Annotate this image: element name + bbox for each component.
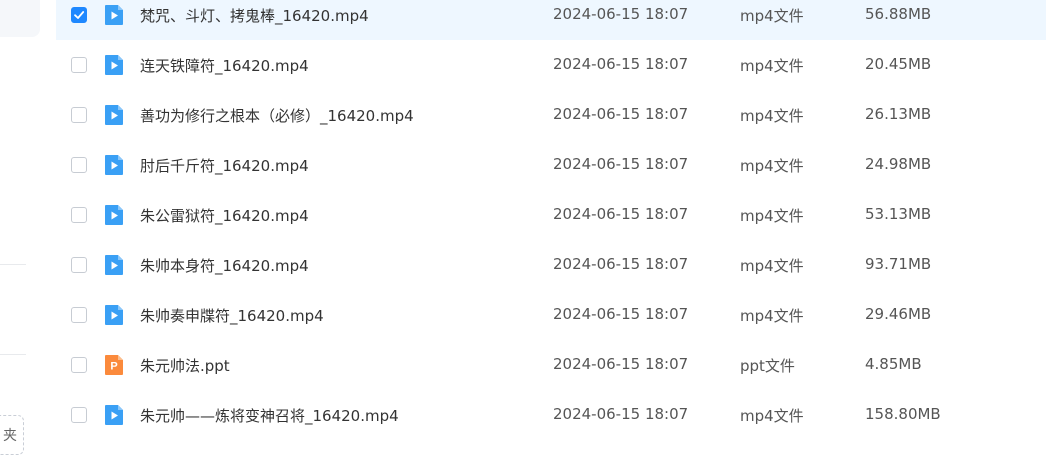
- file-name[interactable]: 朱元帅——炼将变神召将_16420.mp4: [140, 405, 399, 426]
- file-manager-window: 夹 梵咒、斗灯、拷鬼棒_16420.mp4 2024-06-15 18:07 mp4…: [0, 0, 1046, 457]
- file-type: mp4文件: [740, 57, 804, 75]
- file-row[interactable]: 朱公雷狱符_16420.mp4 2024-06-15 18:07 mp4文件 53.1…: [56, 190, 1046, 240]
- sidebar: 夹: [0, 0, 56, 457]
- video-file-icon: [103, 4, 125, 26]
- file-name[interactable]: 肘后千斤符_16420.mp4: [140, 155, 309, 176]
- row-checkbox[interactable]: [71, 357, 87, 373]
- file-modified-date: 2024-06-15 18:07: [553, 55, 689, 73]
- file-row[interactable]: 朱元帅——炼将变神召将_16420.mp4 2024-06-15 18:07 mp4…: [56, 390, 1046, 440]
- file-type: mp4文件: [740, 407, 804, 425]
- video-file-icon: [103, 404, 125, 426]
- video-file-icon: [103, 254, 125, 276]
- sidebar-divider: [0, 264, 26, 265]
- file-type: mp4文件: [740, 107, 804, 125]
- file-size: 158.80MB: [865, 405, 941, 423]
- file-size: 56.88MB: [865, 5, 932, 23]
- file-modified-date: 2024-06-15 18:07: [553, 305, 689, 323]
- file-modified-date: 2024-06-15 18:07: [553, 355, 689, 373]
- file-row[interactable]: 朱帅奏申牒符_16420.mp4 2024-06-15 18:07 mp4文件 29.…: [56, 290, 1046, 340]
- svg-text:P: P: [110, 361, 117, 373]
- row-checkbox[interactable]: [71, 107, 87, 123]
- file-size: 53.13MB: [865, 205, 932, 223]
- file-size: 29.46MB: [865, 305, 932, 323]
- file-row[interactable]: 善功为修行之根本（必修）_16420.mp4 2024-06-15 18:07 mp…: [56, 90, 1046, 140]
- new-folder-button[interactable]: 夹: [0, 415, 24, 455]
- row-checkbox[interactable]: [71, 7, 87, 23]
- file-name[interactable]: 朱帅本身符_16420.mp4: [140, 255, 309, 276]
- row-checkbox[interactable]: [71, 257, 87, 273]
- row-checkbox[interactable]: [71, 407, 87, 423]
- video-file-icon: [103, 104, 125, 126]
- file-modified-date: 2024-06-15 18:07: [553, 5, 689, 23]
- video-file-icon: [103, 304, 125, 326]
- file-size: 26.13MB: [865, 105, 932, 123]
- row-checkbox[interactable]: [71, 57, 87, 73]
- file-size: 24.98MB: [865, 155, 932, 173]
- file-size: 93.71MB: [865, 255, 932, 273]
- file-type: mp4文件: [740, 207, 804, 225]
- file-size: 4.85MB: [865, 355, 922, 373]
- file-type: mp4文件: [740, 307, 804, 325]
- row-checkbox[interactable]: [71, 307, 87, 323]
- file-row[interactable]: 肘后千斤符_16420.mp4 2024-06-15 18:07 mp4文件 24.9…: [56, 140, 1046, 190]
- file-name[interactable]: 朱元帅法.ppt: [140, 355, 230, 376]
- file-name[interactable]: 连天铁障符_16420.mp4: [140, 55, 309, 76]
- file-row[interactable]: 连天铁障符_16420.mp4 2024-06-15 18:07 mp4文件 20.4…: [56, 40, 1046, 90]
- file-type: mp4文件: [740, 257, 804, 275]
- new-folder-button-label: 夹: [3, 428, 17, 444]
- file-row[interactable]: P 朱元帅法.ppt 2024-06-15 18:07 ppt文件 4.85MB: [56, 340, 1046, 390]
- file-row[interactable]: 朱帅本身符_16420.mp4 2024-06-15 18:07 mp4文件 93.7…: [56, 240, 1046, 290]
- file-name[interactable]: 朱公雷狱符_16420.mp4: [140, 205, 309, 226]
- file-name[interactable]: 朱帅奏申牒符_16420.mp4: [140, 305, 324, 326]
- file-type: mp4文件: [740, 7, 804, 25]
- file-modified-date: 2024-06-15 18:07: [553, 255, 689, 273]
- file-row[interactable]: 梵咒、斗灯、拷鬼棒_16420.mp4 2024-06-15 18:07 mp4文件…: [56, 0, 1046, 40]
- row-checkbox[interactable]: [71, 157, 87, 173]
- file-modified-date: 2024-06-15 18:07: [553, 405, 689, 423]
- video-file-icon: [103, 54, 125, 76]
- row-checkbox[interactable]: [71, 207, 87, 223]
- sidebar-divider: [0, 354, 26, 355]
- file-name[interactable]: 善功为修行之根本（必修）_16420.mp4: [140, 105, 414, 126]
- file-size: 20.45MB: [865, 55, 932, 73]
- file-modified-date: 2024-06-15 18:07: [553, 105, 689, 123]
- file-modified-date: 2024-06-15 18:07: [553, 155, 689, 173]
- file-type: mp4文件: [740, 157, 804, 175]
- sidebar-active-item[interactable]: [0, 0, 40, 37]
- file-modified-date: 2024-06-15 18:07: [553, 205, 689, 223]
- video-file-icon: [103, 154, 125, 176]
- video-file-icon: [103, 204, 125, 226]
- file-name[interactable]: 梵咒、斗灯、拷鬼棒_16420.mp4: [140, 5, 369, 26]
- ppt-file-icon: P: [103, 354, 125, 376]
- file-type: ppt文件: [740, 357, 795, 375]
